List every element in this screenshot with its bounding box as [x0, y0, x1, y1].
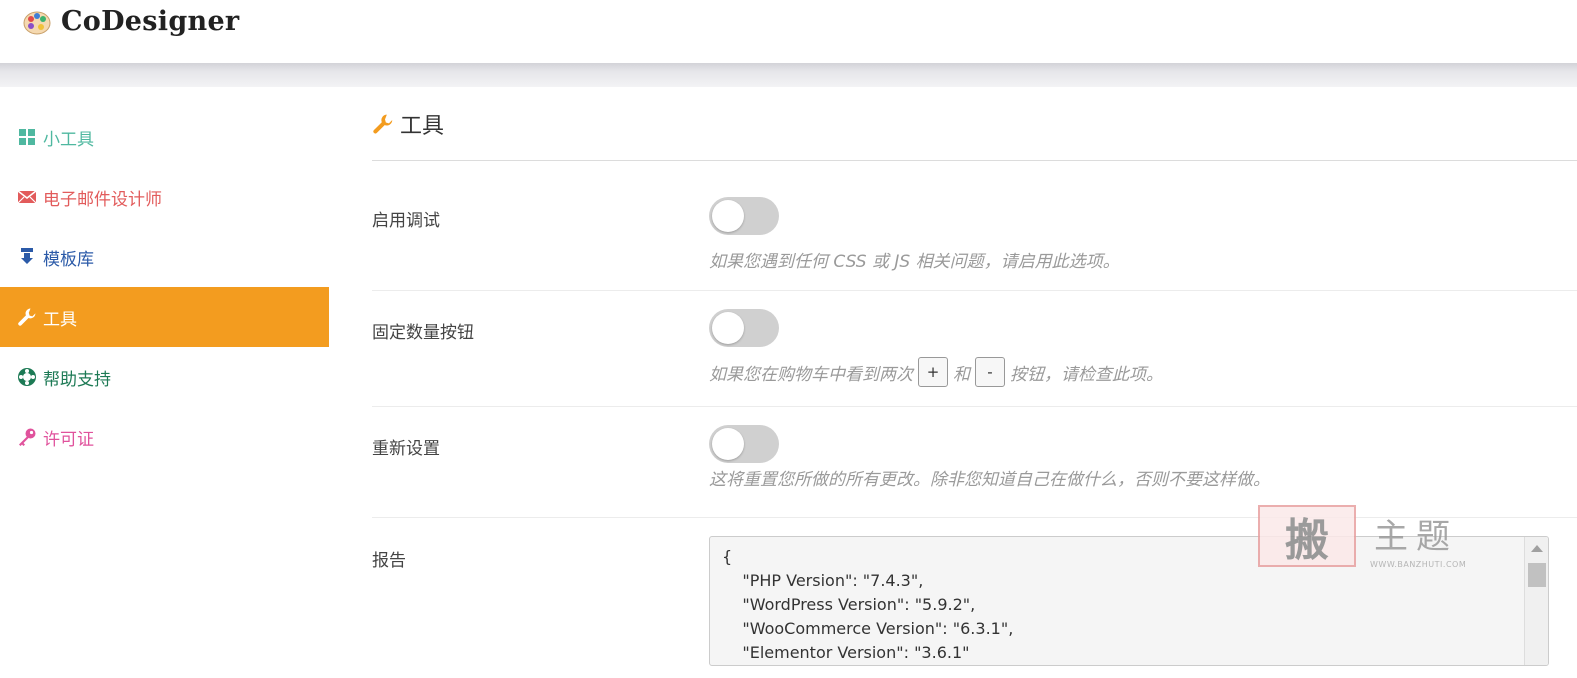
app-logo[interactable]: CoDesigner	[22, 6, 239, 37]
fix-quantity-toggle[interactable]	[709, 309, 779, 347]
sidebar-nav: 小工具 电子邮件设计师 模板库 工具 帮助支持 许可证	[0, 107, 329, 467]
description-text: 如果您在购物车中看到两次	[709, 364, 913, 385]
description-text: 和	[953, 364, 970, 385]
wrench-icon	[17, 307, 37, 327]
sidebar-item-label: 帮助支持	[43, 369, 111, 390]
wrench-icon	[373, 114, 393, 134]
setting-label: 启用调试	[372, 211, 440, 231]
reset-toggle[interactable]	[709, 425, 779, 463]
minus-key-badge: -	[975, 357, 1005, 387]
envelope-icon	[17, 187, 37, 207]
setting-label: 重新设置	[372, 439, 440, 459]
widgets-grid-icon	[17, 127, 37, 147]
report-line: "Elementor Version": "3.6.1"	[722, 643, 970, 662]
setting-row-fix-quantity-buttons: 固定数量按钮 如果您在购物车中看到两次 + 和 - 按钮，请检查此项。	[372, 291, 1577, 407]
lifebuoy-icon	[17, 367, 37, 387]
key-icon	[17, 427, 37, 447]
sidebar-item-label: 模板库	[43, 249, 94, 270]
sidebar-item-label: 小工具	[43, 129, 94, 150]
header-shadow-band	[0, 63, 1577, 87]
scroll-up-arrow-icon[interactable]	[1531, 545, 1543, 552]
toggle-knob	[712, 428, 744, 460]
enable-debug-toggle[interactable]	[709, 197, 779, 235]
setting-label: 报告	[372, 551, 406, 571]
sidebar-item-label: 工具	[43, 309, 77, 330]
toggle-knob	[712, 200, 744, 232]
download-icon	[17, 247, 37, 267]
sidebar-item-email-designer[interactable]: 电子邮件设计师	[0, 167, 329, 227]
sidebar-item-license[interactable]: 许可证	[0, 407, 329, 467]
palette-icon	[23, 11, 51, 34]
watermark: 搬 主题 WWW.BANZHUTI.COM	[1258, 505, 1488, 573]
page-title: 工具	[400, 113, 445, 139]
report-scrollbar[interactable]	[1524, 537, 1548, 665]
sidebar-item-label: 许可证	[43, 429, 94, 450]
setting-label: 固定数量按钮	[372, 323, 474, 343]
app-title: CoDesigner	[61, 6, 240, 37]
setting-row-enable-debug: 启用调试 如果您遇到任何 CSS 或 JS 相关问题，请启用此选项。	[372, 161, 1577, 291]
sidebar-item-help-support[interactable]: 帮助支持	[0, 347, 329, 407]
scroll-thumb[interactable]	[1528, 563, 1546, 587]
plus-key-badge: +	[918, 357, 948, 387]
report-line: "WordPress Version": "5.9.2",	[722, 595, 976, 614]
description-text: 按钮，请检查此项。	[1010, 364, 1163, 385]
setting-description: 这将重置您所做的所有更改。除非您知道自己在做什么，否则不要这样做。	[709, 470, 1270, 490]
watermark-seal: 搬	[1258, 505, 1356, 567]
report-line: "WooCommerce Version": "6.3.1",	[722, 619, 1014, 638]
main-content: 工具 启用调试 如果您遇到任何 CSS 或 JS 相关问题，请启用此选项。 固定…	[372, 87, 1577, 678]
watermark-url: WWW.BANZHUTI.COM	[1370, 560, 1467, 569]
setting-row-reset: 重新设置 这将重置您所做的所有更改。除非您知道自己在做什么，否则不要这样做。	[372, 407, 1577, 518]
sidebar-item-label: 电子邮件设计师	[43, 189, 162, 210]
sidebar-item-template-library[interactable]: 模板库	[0, 227, 329, 287]
setting-description: 如果您在购物车中看到两次 + 和 - 按钮，请检查此项。	[709, 357, 1163, 387]
top-bar: CoDesigner	[0, 0, 1577, 63]
toggle-knob	[712, 312, 744, 344]
sidebar-item-tools[interactable]: 工具	[0, 287, 329, 347]
section-header: 工具	[372, 87, 1577, 161]
sidebar-item-widgets[interactable]: 小工具	[0, 107, 329, 167]
watermark-text: 主题	[1374, 517, 1458, 557]
setting-description: 如果您遇到任何 CSS 或 JS 相关问题，请启用此选项。	[709, 252, 1120, 272]
